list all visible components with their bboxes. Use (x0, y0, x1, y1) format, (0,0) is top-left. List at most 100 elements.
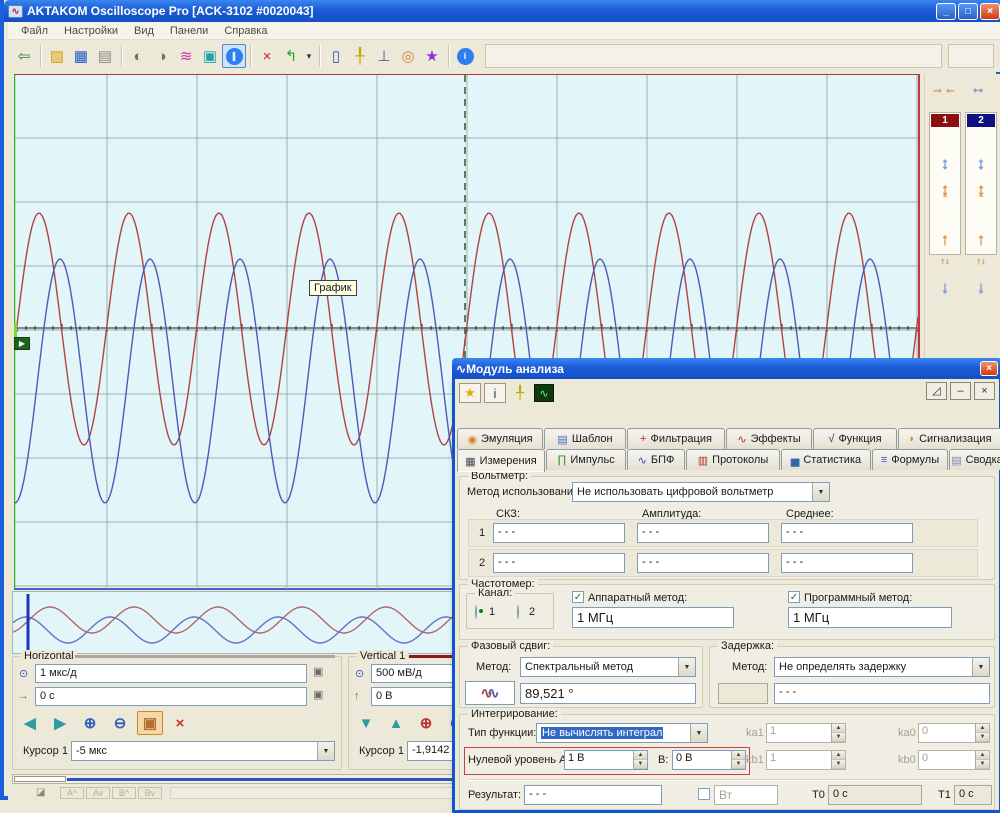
spin-down-icon[interactable]: ▼ (976, 760, 989, 769)
watt-checkbox[interactable]: ✓ (698, 788, 710, 800)
chevron-down-icon[interactable]: ▼ (690, 724, 707, 742)
shift-up-button[interactable]: ▲ (383, 711, 409, 735)
hardware-frequency-value[interactable]: 1 МГц (572, 607, 734, 628)
chevron-down-icon[interactable]: ▼ (972, 658, 989, 676)
hardware-method-checkbox[interactable]: ✓ (572, 591, 584, 603)
close-panel-button[interactable]: × (974, 382, 995, 400)
favorites-icon[interactable]: ★ (459, 383, 481, 403)
open-folder-icon[interactable]: ▨ (45, 44, 69, 68)
spin-down-icon[interactable]: ▼ (976, 733, 989, 742)
delay-method-combobox[interactable]: Не определять задержку ▼ (774, 657, 990, 677)
phase-method-combobox[interactable]: Спектральный метод ▼ (520, 657, 696, 677)
info-icon[interactable]: i (453, 44, 477, 68)
fine-move-button-ch1[interactable]: ↑↓ (931, 256, 959, 266)
function-type-combobox[interactable]: Не вычислять интеграл ▼ (536, 723, 708, 743)
tab-измерения[interactable]: ▦Измерения (457, 449, 545, 472)
menu-item-3[interactable]: Вид (127, 24, 161, 38)
tab-сводка[interactable]: ▤Сводка (949, 449, 1000, 470)
compress-horizontal-button[interactable]: →← (931, 80, 957, 100)
tab-импульс[interactable]: ∏Импульс (546, 449, 626, 470)
menu-item-4[interactable]: Панели (163, 24, 215, 38)
slider-handle[interactable] (14, 776, 66, 782)
tools-icon[interactable]: ⊥ (372, 44, 396, 68)
channel-1-header[interactable]: 1 (931, 114, 959, 127)
waves-icon[interactable]: ≋ (174, 44, 198, 68)
delay-value[interactable]: - - - (774, 683, 990, 704)
move-up-button-ch1[interactable]: ↑ (931, 230, 959, 250)
save-icon[interactable]: ▦ (69, 44, 93, 68)
delete-zoom-button[interactable]: × (167, 711, 193, 735)
tab-фильтрация[interactable]: +Фильтрация (627, 428, 725, 449)
print-icon[interactable]: ▤ (93, 44, 117, 68)
tab-протоколы[interactable]: ▥Протоколы (686, 449, 780, 470)
compress-vertical-button-ch2[interactable]: ↨ (967, 180, 995, 200)
cursor-step-button-A-down[interactable]: Av (86, 787, 110, 799)
expand-vertical-button-ch2[interactable]: ↕ (967, 154, 995, 174)
menu-item-2[interactable]: Настройки (57, 24, 125, 38)
hardware-sync-icon[interactable]: ▣ (313, 665, 323, 678)
zoom-in-button[interactable]: ⊕ (77, 711, 103, 735)
exit-icon[interactable]: ⇦ (12, 44, 36, 68)
spin-up-icon[interactable]: ▲ (832, 751, 845, 760)
fine-move-button-ch2[interactable]: ↑↓ (967, 256, 995, 266)
chevron-down-icon[interactable]: ▼ (678, 658, 695, 676)
snapshot-b-icon[interactable]: ◑ (150, 44, 174, 68)
spin-down-icon[interactable]: ▼ (634, 760, 647, 769)
snapshot-a-icon[interactable]: ◐ (126, 44, 150, 68)
spin-down-icon[interactable]: ▼ (732, 760, 745, 769)
report-icon[interactable]: ▯ (324, 44, 348, 68)
menu-item-5[interactable]: Справка (217, 24, 274, 38)
spin-up-icon[interactable]: ▲ (976, 751, 989, 760)
info-book-icon[interactable]: i (484, 383, 506, 403)
t-square-icon[interactable]: ╀ (509, 383, 531, 403)
maximize-button[interactable]: □ (958, 3, 978, 20)
clear-icon[interactable]: × (255, 44, 279, 68)
software-method-checkbox[interactable]: ✓ (788, 591, 800, 603)
ka0-spinner[interactable]: 0 ▲▼ (918, 723, 990, 743)
pause-button[interactable]: ∥ (222, 44, 246, 68)
export-icon[interactable]: ↰ (279, 44, 303, 68)
wizard-icon[interactable]: ★ (420, 44, 444, 68)
t-square-icon[interactable]: ╀ (348, 44, 372, 68)
chevron-down-icon[interactable]: ▼ (812, 483, 829, 501)
spin-up-icon[interactable]: ▲ (832, 724, 845, 733)
cursor-step-button-A-up[interactable]: A^ (60, 787, 84, 799)
spin-up-icon[interactable]: ▲ (732, 751, 745, 760)
scroll-right-button[interactable]: ▶ (47, 711, 73, 735)
cursor-step-button-B-down[interactable]: Bv (138, 787, 162, 799)
expand-horizontal-button[interactable]: ↔ (965, 80, 991, 100)
zero-level-a-spinner[interactable]: 1 В ▲▼ (564, 750, 648, 770)
minimize-button[interactable]: _ (936, 3, 956, 20)
channel1-radio[interactable] (475, 605, 477, 619)
hardware-sync-icon[interactable]: ▣ (313, 688, 323, 701)
tab-бпф[interactable]: ∿БПФ (627, 449, 685, 470)
move-down-button-ch2[interactable]: ↓ (967, 278, 995, 298)
tab-шаблон[interactable]: ▤Шаблон (544, 428, 626, 449)
phase-value[interactable]: 89,521 ° (520, 683, 696, 704)
cursor1-combobox[interactable]: -5 мкс ▼ (71, 741, 335, 761)
tab-эмуляция[interactable]: ◉Эмуляция (457, 428, 543, 449)
voltmeter-method-combobox[interactable]: Не использовать цифровой вольтметр ▼ (572, 482, 830, 502)
move-up-button-ch2[interactable]: ↑ (967, 230, 995, 250)
spin-up-icon[interactable]: ▲ (634, 751, 647, 760)
chevron-down-icon[interactable]: ▼ (317, 742, 334, 760)
channel-2-header[interactable]: 2 (967, 114, 995, 127)
scope-screen-icon[interactable]: ∿ (534, 384, 554, 402)
dialog-close-button[interactable]: × (980, 361, 998, 376)
kb1-spinner[interactable]: 1 ▲▼ (766, 750, 846, 770)
spin-down-icon[interactable]: ▼ (832, 760, 845, 769)
trigger-marker[interactable]: ▶ (14, 337, 30, 350)
menu-item-1[interactable]: Файл (14, 24, 55, 38)
sketch-icon[interactable]: ◪ (36, 787, 58, 799)
cursor-step-button-B-up[interactable]: B^ (112, 787, 136, 799)
close-button[interactable]: × (980, 3, 1000, 20)
trigger-level-bar[interactable] (14, 323, 17, 337)
loupe-icon[interactable]: ◎ (396, 44, 420, 68)
result-value[interactable]: - - - (524, 785, 662, 805)
tab-формулы[interactable]: ≡Формулы (872, 449, 948, 470)
zero-level-b-spinner[interactable]: 0 В ▲▼ (672, 750, 746, 770)
shift-down-button[interactable]: ▼ (353, 711, 379, 735)
zoom-out-button[interactable]: ⊖ (107, 711, 133, 735)
spin-down-icon[interactable]: ▼ (832, 733, 845, 742)
ka1-spinner[interactable]: 1 ▲▼ (766, 723, 846, 743)
